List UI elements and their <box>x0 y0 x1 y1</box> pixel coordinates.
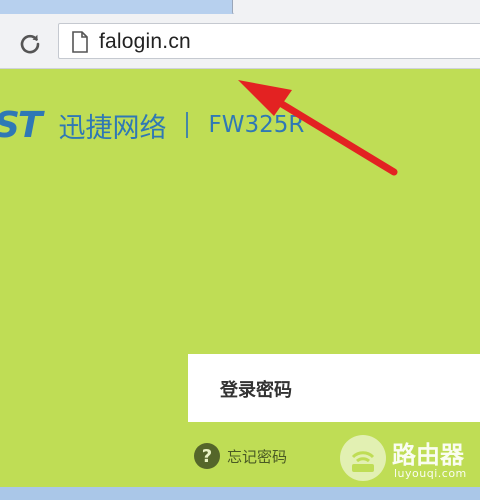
router-login-page: ST 迅捷网络 FW325R 登录密码 ? 忘记密码 路由器 luyouqi.c… <box>0 69 480 487</box>
wifi-router-icon <box>340 435 386 481</box>
help-icon: ? <box>194 443 220 469</box>
brand-header: ST 迅捷网络 FW325R <box>0 104 305 146</box>
address-bar[interactable]: falogin.cn <box>58 23 480 59</box>
forgot-password-text: 忘记密码 <box>227 447 288 466</box>
watermark-subtitle: luyouqi.com <box>394 467 467 480</box>
brand-name: 迅捷网络 <box>58 112 167 144</box>
watermark-title: 路由器 <box>392 441 464 469</box>
url-text[interactable]: falogin.cn <box>99 30 191 54</box>
watermark: 路由器 luyouqi.com <box>340 433 480 487</box>
browser-tab[interactable] <box>232 0 480 15</box>
forgot-password-link[interactable]: ? 忘记密码 <box>194 443 287 469</box>
brand-logo: ST <box>0 104 43 146</box>
reload-icon <box>20 34 40 54</box>
brand-separator <box>186 112 189 138</box>
window-frame-bottom <box>0 487 480 500</box>
model-name: FW325R <box>208 112 305 138</box>
password-label: 登录密码 <box>220 380 292 401</box>
page-icon <box>72 31 88 53</box>
reload-button[interactable] <box>16 29 44 57</box>
browser-toolbar: falogin.cn <box>0 14 480 69</box>
password-field[interactable]: 登录密码 <box>188 354 480 422</box>
